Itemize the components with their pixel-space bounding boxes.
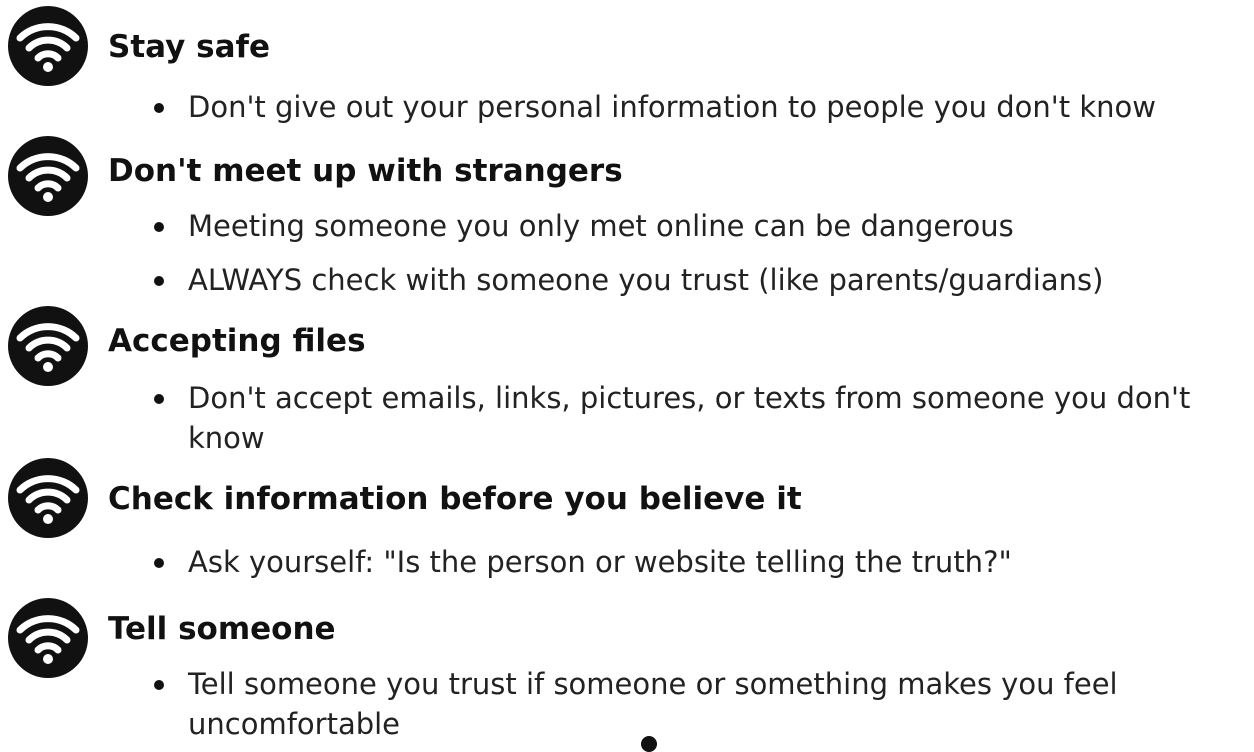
list-item-text: ALWAYS check with someone you trust (lik… [188,263,1104,297]
section-heading: Tell someone [108,611,336,647]
list-item: Tell someone you trust if someone or som… [154,664,1242,744]
section-heading: Don't meet up with strangers [108,153,623,189]
decorative-dot [641,736,657,752]
list-item: Meeting someone you only met online can … [154,206,1242,246]
wifi-icon [8,6,88,86]
bullet-dot [154,276,164,286]
wifi-icon [8,598,88,678]
list-item-text: Meeting someone you only met online can … [188,209,1014,243]
bullet-dot [154,558,164,568]
bullet-dot [154,222,164,232]
section-heading: Accepting files [108,323,366,359]
wifi-icon [8,136,88,216]
wifi-icon [8,306,88,386]
list-item-text: Don't accept emails, links, pictures, or… [188,381,1191,455]
list-item: ALWAYS check with someone you trust (lik… [154,260,1242,300]
list-item-text: Ask yourself: "Is the person or website … [188,545,1012,579]
section-heading: Check information before you believe it [108,481,802,517]
bullet-list: Tell someone you trust if someone or som… [148,664,1242,744]
list-item: Ask yourself: "Is the person or website … [154,542,1242,582]
wifi-icon [8,458,88,538]
list-item-text: Tell someone you trust if someone or som… [188,667,1118,741]
section-heading: Stay safe [108,29,270,65]
bullet-list: Ask yourself: "Is the person or website … [148,542,1242,582]
bullet-dot [154,103,164,113]
bullet-dot [154,394,164,404]
bullet-list: Meeting someone you only met online can … [148,206,1242,300]
bullet-dot [154,680,164,690]
list-item: Don't give out your personal information… [154,87,1242,127]
bullet-list: Don't give out your personal information… [148,87,1242,127]
bullet-list: Don't accept emails, links, pictures, or… [148,378,1242,458]
list-item-text: Don't give out your personal information… [188,90,1156,124]
list-item: Don't accept emails, links, pictures, or… [154,378,1242,458]
